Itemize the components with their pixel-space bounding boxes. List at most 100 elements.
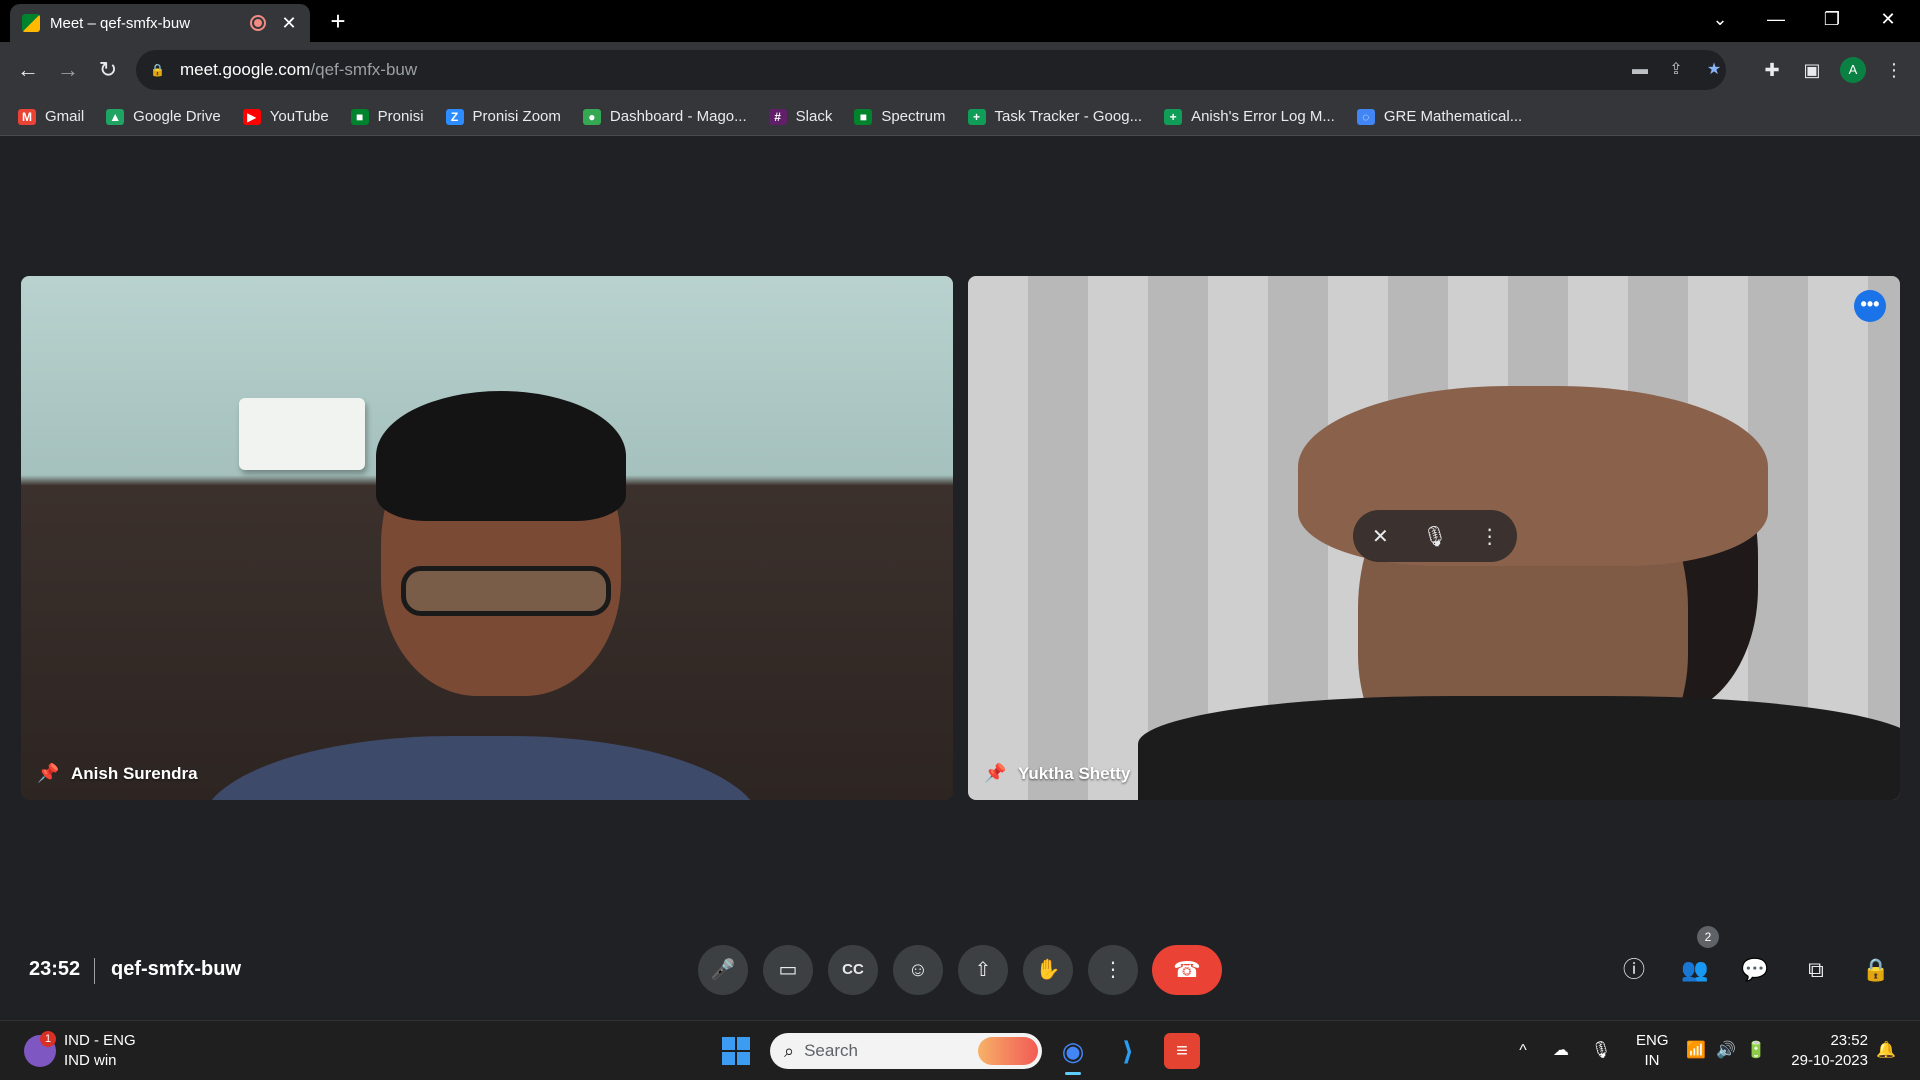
raise-hand-button[interactable]: ✋ xyxy=(1023,945,1073,995)
more-vert-icon[interactable]: ⋮ xyxy=(1476,524,1504,549)
participant-name: Anish Surendra xyxy=(71,763,198,783)
new-tab-button[interactable]: + xyxy=(324,6,352,36)
star-icon[interactable]: ★ xyxy=(1702,58,1726,82)
meeting-controls-bar: 23:52 qef-smfx-buw 🎤 ▭ CC ☺ ⇧ ✋ ⋮ ☎ ⓘ 👥 … xyxy=(0,920,1920,1020)
wall-switch-image xyxy=(239,398,365,470)
tile-hover-controls: ✕ 🎙 ⋮ xyxy=(1353,510,1517,562)
unpin-icon[interactable]: ✕ xyxy=(1366,524,1394,549)
divider xyxy=(94,958,95,984)
todoist-taskbar-icon[interactable]: ≡ xyxy=(1164,1033,1200,1069)
restore-button[interactable]: ❐ xyxy=(1804,0,1860,38)
url-host: meet.google.com xyxy=(180,60,311,79)
bookmark-item[interactable]: + Anish's Error Log M... xyxy=(1164,108,1335,125)
bookmark-label: Slack xyxy=(795,108,833,125)
ime-indicator[interactable]: ENG IN xyxy=(1636,1031,1669,1071)
camera-icon[interactable]: ▬ xyxy=(1628,58,1652,82)
participant-name: Yuktha Shetty xyxy=(1018,763,1131,783)
system-clock[interactable]: 23:52 29-10-2023 xyxy=(1788,1031,1868,1071)
start-icon[interactable] xyxy=(722,1037,750,1065)
bookmark-label: Google Drive xyxy=(133,108,221,125)
url-path: /qef-smfx-buw xyxy=(310,60,418,79)
chrome-taskbar-icon[interactable]: ◉ xyxy=(1055,1033,1091,1075)
input-language-indicator[interactable]: IND - ENG IND win xyxy=(64,1031,136,1071)
meeting-code: qef-smfx-buw xyxy=(111,958,241,980)
participant-tile[interactable]: 📌 Anish Surendra xyxy=(21,276,953,800)
lock-icon[interactable]: 🔒 xyxy=(150,63,170,77)
battery-icon[interactable]: 🔋 xyxy=(1744,1039,1768,1063)
tray-chevron-icon[interactable]: ^ xyxy=(1511,1039,1535,1063)
profile-avatar[interactable]: A xyxy=(1840,57,1866,83)
participant-tile[interactable]: ••• ✕ 🎙 ⋮ 📌 Yuktha Shetty xyxy=(968,276,1900,800)
forward-button[interactable]: → xyxy=(50,52,86,88)
onedrive-icon[interactable]: ☁ xyxy=(1549,1039,1573,1063)
participant-count-badge: 2 xyxy=(1697,926,1719,948)
notification-badge: 1 xyxy=(40,1031,56,1047)
bookmark-label: GRE Mathematical... xyxy=(1383,108,1523,125)
vscode-taskbar-icon[interactable]: ⟩ xyxy=(1110,1033,1146,1069)
leave-call-button[interactable]: ☎ xyxy=(1152,945,1222,995)
ime-line: IN xyxy=(1644,1052,1660,1069)
share-icon[interactable]: ⇪ xyxy=(1664,58,1688,82)
more-options-button[interactable]: ⋮ xyxy=(1088,945,1138,995)
mic-button[interactable]: 🎤 xyxy=(698,945,748,995)
bookmark-item[interactable]: M Gmail xyxy=(18,108,84,125)
microphone-icon[interactable]: 🎙 xyxy=(1589,1039,1613,1063)
mic-icon[interactable]: 🎙 xyxy=(1421,524,1449,549)
bookmark-label: Task Tracker - Goog... xyxy=(994,108,1143,125)
meeting-clock: 23:52 xyxy=(29,958,81,980)
tile-more-options-button[interactable]: ••• xyxy=(1854,290,1886,322)
captions-button[interactable]: CC xyxy=(828,945,878,995)
chrome-menu-icon[interactable]: ⋮ xyxy=(1882,58,1906,82)
browser-tab-strip: Meet – qef-smfx-buw ✕ + ⌄ — ❐ ✕ xyxy=(0,0,1920,42)
participant-label: 📌 Yuktha Shetty xyxy=(984,763,1130,784)
people-button[interactable]: 👥 xyxy=(1675,950,1715,990)
sheets-icon: + xyxy=(967,108,986,125)
video-feed-image xyxy=(376,391,626,521)
volume-icon[interactable]: 🔊 xyxy=(1714,1039,1738,1063)
bookmarks-bar: M Gmail ▲ Google Drive ▶ YouTube ■ Pronisi Z Pron… xyxy=(0,98,1920,136)
bookmark-item[interactable]: ■ Pronisi xyxy=(350,108,424,125)
camera-button[interactable]: ▭ xyxy=(763,945,813,995)
bookmark-label: Anish's Error Log M... xyxy=(1191,108,1335,125)
bookmark-label: Pronisi Zoom xyxy=(472,108,561,125)
widgets-icon[interactable]: 1 xyxy=(24,1031,56,1067)
bookmark-label: Gmail xyxy=(45,108,85,125)
bookmark-item[interactable]: ◌ GRE Mathematical... xyxy=(1356,108,1523,125)
reload-button[interactable]: ↻ xyxy=(90,52,126,88)
bookmark-item[interactable]: # Slack xyxy=(768,108,833,125)
side-panel-icon[interactable]: ▣ xyxy=(1800,58,1824,82)
browser-tab-meet[interactable]: Meet – qef-smfx-buw ✕ xyxy=(10,4,310,42)
close-window-button[interactable]: ✕ xyxy=(1860,0,1916,38)
minimize-button[interactable]: — xyxy=(1748,0,1804,38)
dashboard-icon: ● xyxy=(582,108,601,125)
wifi-icon[interactable]: 📶 xyxy=(1684,1039,1708,1063)
sheets-icon: + xyxy=(1164,108,1183,125)
chat-button[interactable]: 💬 xyxy=(1735,950,1775,990)
meeting-details-button[interactable]: ⓘ xyxy=(1614,950,1654,990)
host-controls-button[interactable]: 🔒 xyxy=(1856,950,1896,990)
loading-icon: ◌ xyxy=(1356,108,1375,125)
tab-title: Meet – qef-smfx-buw xyxy=(50,14,191,32)
address-bar[interactable]: 🔒 meet.google.com/qef-smfx-buw ▬ ⇪ ★ xyxy=(136,50,1726,90)
recording-indicator-icon xyxy=(250,15,266,31)
activities-button[interactable]: ⧉ xyxy=(1796,950,1836,990)
bookmark-item[interactable]: ● Dashboard - Mago... xyxy=(582,108,747,125)
youtube-icon: ▶ xyxy=(242,108,261,125)
bookmark-item[interactable]: Z Pronisi Zoom xyxy=(445,108,561,125)
reactions-button[interactable]: ☺ xyxy=(893,945,943,995)
bookmark-item[interactable]: ■ Spectrum xyxy=(854,108,946,125)
bookmark-item[interactable]: ▲ Google Drive xyxy=(106,108,221,125)
back-button[interactable]: ← xyxy=(10,52,46,88)
meet-icon: ■ xyxy=(854,108,873,125)
bookmark-label: Dashboard - Mago... xyxy=(609,108,747,125)
extensions-icon[interactable]: ✚ xyxy=(1760,58,1784,82)
tab-search-icon[interactable]: ⌄ xyxy=(1692,0,1748,38)
pin-icon: 📌 xyxy=(984,763,1007,783)
present-button[interactable]: ⇧ xyxy=(958,945,1008,995)
tab-close-icon[interactable]: ✕ xyxy=(280,13,298,34)
bookmark-item[interactable]: ▶ YouTube xyxy=(242,108,329,125)
meet-stage: 📌 Anish Surendra ••• ✕ 🎙 ⋮ 📌 Yuktha Shet… xyxy=(0,137,1920,1020)
taskbar-search-box[interactable]: ⌕ Search xyxy=(770,1033,1042,1069)
bookmark-item[interactable]: + Task Tracker - Goog... xyxy=(967,108,1143,125)
notification-bell-icon[interactable]: 🔔 xyxy=(1874,1039,1898,1063)
